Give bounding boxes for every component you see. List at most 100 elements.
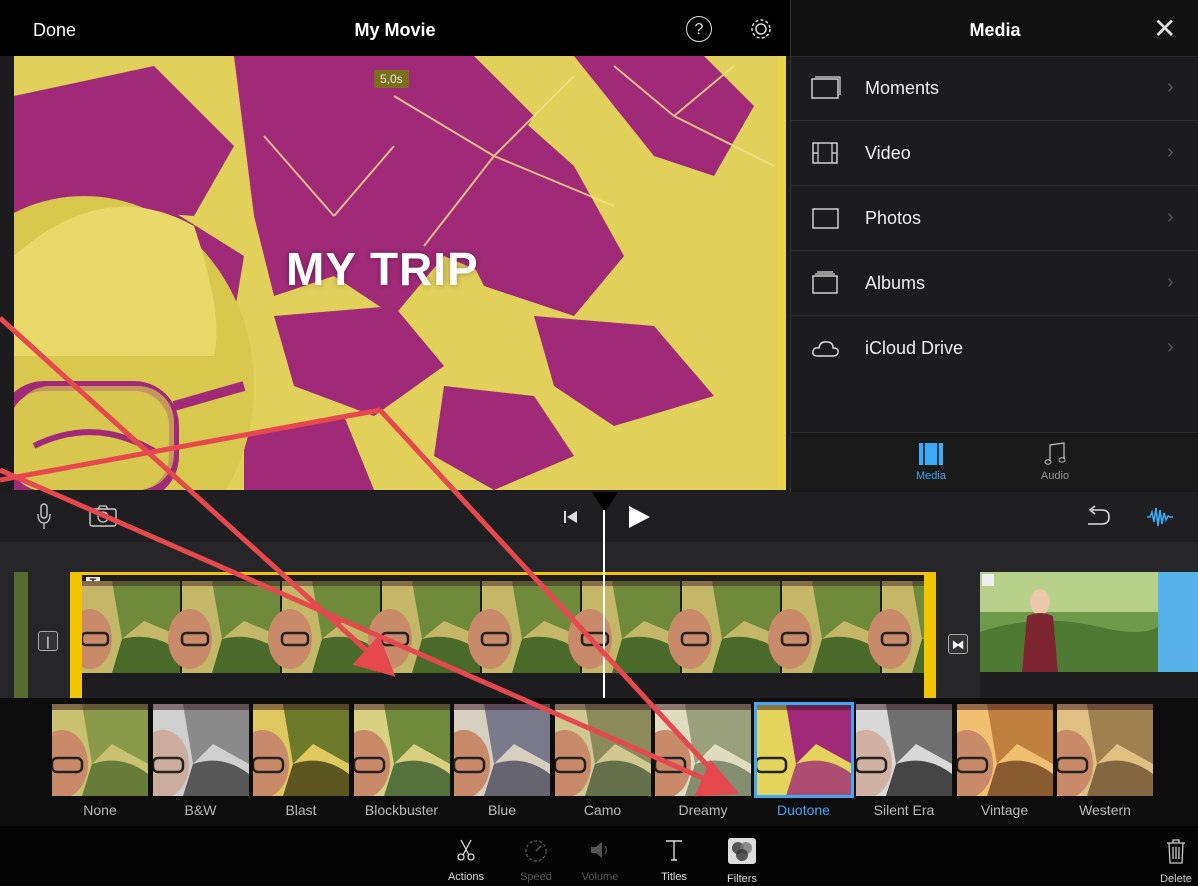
tool-volume[interactable]: Volume <box>570 838 630 883</box>
filter-thumbnail <box>554 704 651 796</box>
clip-frame <box>468 581 580 673</box>
filter-thumbnail <box>956 704 1053 796</box>
clip-frame <box>368 581 480 673</box>
tool-label: Volume <box>581 871 619 883</box>
delete-label: Delete <box>1160 873 1192 885</box>
albums-icon <box>812 271 838 294</box>
media-item-label: Moments <box>865 78 940 98</box>
clip-frame <box>82 581 180 673</box>
filter-blast[interactable] <box>253 704 349 796</box>
playhead-marker <box>592 492 618 512</box>
media-tab-bar: Media Audio <box>791 432 1198 493</box>
settings-gear-icon[interactable] <box>748 16 774 42</box>
filters-circles-icon <box>728 838 756 864</box>
music-note-icon <box>1044 442 1066 465</box>
bottom-toolbar: Actions Speed Volume Titles Filters Dele… <box>0 826 1198 886</box>
undo-icon[interactable] <box>1084 504 1112 530</box>
help-icon[interactable]: ? <box>686 16 712 42</box>
filter-silent-era[interactable] <box>856 704 952 796</box>
movie-title-overlay: MY TRIP <box>286 243 479 295</box>
chevron-right-icon: › <box>1167 271 1174 293</box>
previous-clip[interactable] <box>14 572 28 698</box>
media-item-label: Photos <box>865 208 922 228</box>
filter-label: Camo <box>583 802 622 818</box>
cloud-icon <box>812 341 839 357</box>
clip-frame <box>668 581 780 673</box>
tool-label: Actions <box>447 871 485 883</box>
filter-b-w[interactable] <box>152 704 249 796</box>
delete-button[interactable]: Delete <box>1146 838 1198 885</box>
filter-camo[interactable] <box>554 704 651 796</box>
film-icon <box>812 142 838 164</box>
clip-frame <box>168 581 280 673</box>
media-item-video[interactable]: Video › <box>791 121 1198 186</box>
chevron-right-icon: › <box>1167 336 1174 358</box>
filter-thumbnail <box>1057 704 1153 796</box>
filter-blue[interactable] <box>454 704 550 796</box>
transition-icon[interactable]: | <box>38 631 58 651</box>
filter-vintage[interactable] <box>956 704 1053 796</box>
filter-label: Blockbuster <box>364 802 439 818</box>
tab-media-label: Media <box>916 470 946 482</box>
filter-label: Dreamy <box>678 802 728 818</box>
filter-thumbnail <box>253 704 349 796</box>
clip-frame <box>768 581 880 673</box>
filter-strip: None B&W Blast Blockbuster Blue Camo Dreamy Duo… <box>0 698 1198 826</box>
close-icon[interactable]: ✕ <box>1153 12 1176 45</box>
speedometer-icon <box>525 840 547 862</box>
tab-media[interactable]: Media <box>901 441 961 482</box>
camera-icon[interactable] <box>88 504 118 528</box>
video-viewer[interactable]: 5,0s MY TRIP <box>14 56 786 490</box>
scissors-icon <box>457 839 475 861</box>
filter-thumbnail <box>755 704 852 796</box>
media-panel-header: Media ✕ <box>791 0 1198 57</box>
filter-duotone[interactable] <box>753 702 854 798</box>
media-item-label: Video <box>865 143 911 163</box>
filter-thumbnail <box>856 704 952 796</box>
tool-actions[interactable]: Actions <box>436 838 496 883</box>
tab-audio[interactable]: Audio <box>1025 441 1085 482</box>
filter-label: Vintage <box>980 802 1029 818</box>
media-item-label: iCloud Drive <box>865 338 964 358</box>
filter-western[interactable] <box>1057 704 1153 796</box>
speaker-icon <box>591 842 608 858</box>
filter-label: Duotone <box>777 802 830 818</box>
moments-icon <box>811 76 841 99</box>
tool-label: Speed <box>520 871 552 883</box>
media-item-moments[interactable]: Moments › <box>791 56 1198 121</box>
skip-to-start-icon[interactable] <box>562 508 580 526</box>
chevron-right-icon: › <box>1167 141 1174 163</box>
filter-thumbnail <box>52 704 148 796</box>
filter-label: Western <box>1079 802 1131 818</box>
filter-dreamy[interactable] <box>655 704 751 796</box>
tool-speed[interactable]: Speed <box>506 838 566 883</box>
clip-frame <box>568 581 680 673</box>
audio-waveform-icon[interactable] <box>1146 504 1174 530</box>
transition-icon[interactable]: ⧓ <box>948 634 968 654</box>
next-clip[interactable] <box>980 572 1198 698</box>
media-item-icloud-drive[interactable]: iCloud Drive › <box>791 316 1198 380</box>
media-item-photos[interactable]: Photos › <box>791 186 1198 251</box>
avatar-clip-thumbnail <box>980 572 1198 672</box>
filter-blockbuster[interactable] <box>353 704 450 796</box>
chevron-right-icon: › <box>1167 206 1174 228</box>
tab-audio-label: Audio <box>1040 470 1070 482</box>
filter-none[interactable] <box>52 704 148 796</box>
tool-filters[interactable]: Filters <box>712 838 772 885</box>
clip-duration-badge: 5,0s <box>374 70 409 88</box>
media-item-albums[interactable]: Albums › <box>791 251 1198 316</box>
media-panel: Media ✕ Moments › Video › Photos › Album… <box>790 0 1198 493</box>
tool-titles[interactable]: Titles <box>644 838 704 883</box>
playhead-line[interactable] <box>603 510 605 698</box>
selected-clip[interactable]: T <box>70 572 936 698</box>
filter-label: Silent Era <box>873 802 935 818</box>
clip-filmstrip <box>82 581 924 673</box>
tool-label: Filters <box>727 873 757 885</box>
filter-thumbnail <box>152 704 249 796</box>
project-header: Done My Movie ? <box>0 0 790 56</box>
trash-icon <box>1167 839 1185 864</box>
chevron-right-icon: › <box>1167 76 1174 98</box>
microphone-icon[interactable] <box>34 502 54 532</box>
play-icon[interactable] <box>626 504 652 530</box>
media-panel-title: Media <box>969 20 1021 40</box>
